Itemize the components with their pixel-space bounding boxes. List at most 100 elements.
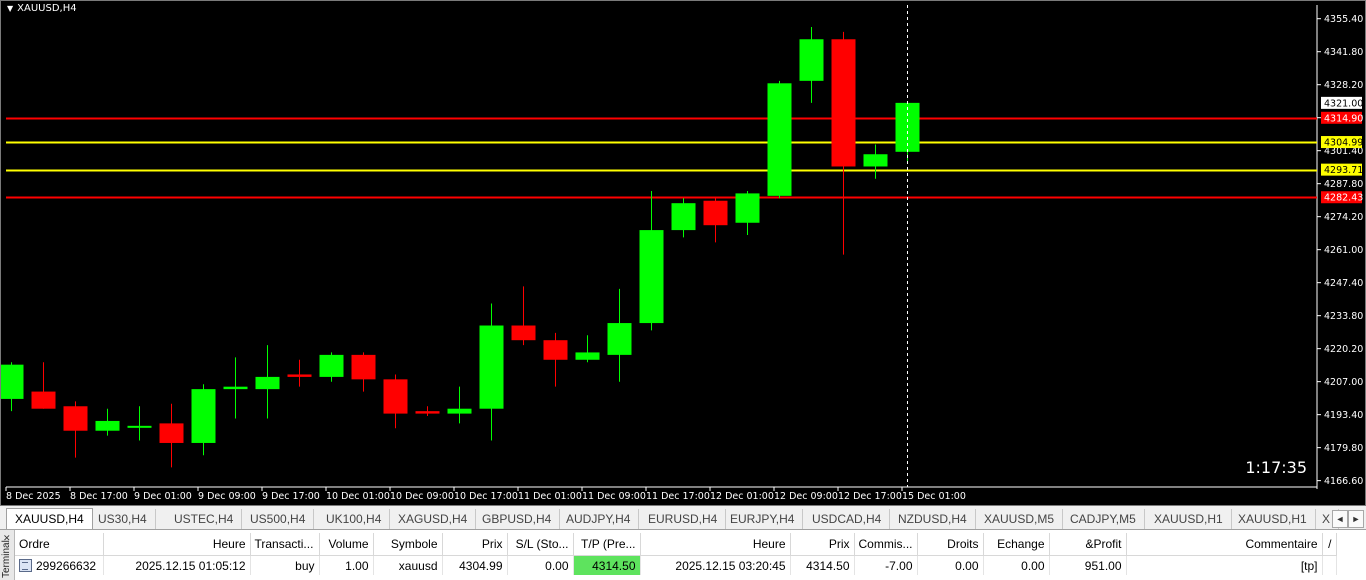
cell-order: 299266632	[15, 555, 104, 575]
chart-window[interactable]: 4355.404341.804328.204314.604301.404287.…	[0, 0, 1366, 506]
tabs-scroll-left-button[interactable]: ◄	[1332, 510, 1348, 528]
cell-close-price: 4314.50	[790, 555, 855, 575]
tab-xauusd-h1[interactable]: XAUUSD,H1	[1230, 509, 1316, 529]
tab-eurjpy-h4[interactable]: EURJPY,H4	[722, 509, 804, 529]
cell-swap: 0.00	[983, 555, 1050, 575]
candle-body-1	[31, 391, 56, 409]
candle-body-16	[511, 325, 536, 341]
time-tick-label-11: 12 Dec 01:00	[710, 491, 774, 502]
column-header-order[interactable]: Ordre	[15, 533, 104, 556]
candle-body-22	[703, 200, 728, 226]
column-header-sl[interactable]: S/L (Sto...	[507, 533, 574, 556]
candle-body-11	[351, 354, 376, 380]
price-tick-label-9: 4233.80	[1324, 311, 1363, 322]
chart-tab-bar: XAUUSD,H4 US30,H4 USTEC,H4 US500,H4 UK100,H4…	[0, 506, 1366, 530]
cell-symbol: xauusd	[373, 555, 443, 575]
candle-body-27	[863, 154, 888, 167]
chart-menu-caret-icon[interactable]: ▼	[7, 4, 13, 13]
table-row[interactable]: 299266632 2025.12.15 01:05:12 buy 1.00 x…	[15, 555, 1337, 575]
chart-title: ▼ XAUUSD,H4	[7, 3, 77, 14]
deal-icon	[19, 558, 32, 572]
price-tick-label-5: 4287.80	[1324, 179, 1363, 190]
tab-ustec-h4[interactable]: USTEC,H4	[166, 509, 243, 529]
candle-body-20	[639, 230, 664, 324]
candle-body-6	[191, 389, 216, 443]
tab-us30-h4[interactable]: US30,H4	[90, 509, 156, 529]
column-header-open-time[interactable]: Heure	[103, 533, 251, 556]
candle-body-13	[415, 411, 440, 414]
price-label-1: 4314.90	[1324, 113, 1363, 124]
tab-xauusd-h4[interactable]: XAUUSD,H4	[6, 508, 93, 529]
price-tick-label-13: 4179.80	[1324, 443, 1363, 454]
cell-close-time: 2025.12.15 03:20:45	[640, 555, 791, 575]
price-tick-label-11: 4207.00	[1324, 377, 1363, 388]
tabs-scroll-right-button[interactable]: ►	[1348, 510, 1364, 528]
column-header-rights[interactable]: Droits	[917, 533, 984, 556]
bar-countdown: 1:17:35	[1245, 458, 1307, 477]
table-header-row: Ordre Heure Transacti... Volume Symbole …	[15, 533, 1337, 556]
column-header-volume[interactable]: Volume	[319, 533, 374, 556]
column-header-tp[interactable]: T/P (Pre...	[573, 533, 641, 556]
candle-body-24	[767, 83, 792, 196]
time-tick-label-13: 12 Dec 17:00	[838, 491, 902, 502]
time-tick-label-12: 12 Dec 09:00	[774, 491, 838, 502]
history-table: Ordre Heure Transacti... Volume Symbole …	[15, 533, 1337, 575]
cell-comment: [tp]	[1126, 555, 1323, 575]
candle-body-10	[319, 354, 344, 377]
price-tick-label-2: 4328.20	[1324, 80, 1363, 91]
tab-xauusd-m5[interactable]: XAUUSD,M5	[976, 509, 1064, 529]
column-header-type[interactable]: Transacti...	[250, 533, 320, 556]
tab-cadjpy-m5[interactable]: CADJPY,M5	[1062, 509, 1145, 529]
price-label-2: 4304.99	[1324, 138, 1363, 149]
candle-body-7	[223, 386, 248, 390]
candle-body-26	[831, 39, 856, 167]
column-header-open-price[interactable]: Prix	[442, 533, 508, 556]
cell-profit: 951.00	[1049, 555, 1127, 575]
terminal-side-label: Terminal	[1, 540, 12, 578]
time-tick-label-7: 10 Dec 17:00	[454, 491, 518, 502]
price-chart[interactable]: 4355.404341.804328.204314.604301.404287.…	[1, 1, 1366, 507]
time-tick-label-5: 10 Dec 01:00	[326, 491, 390, 502]
price-tick-label-8: 4247.40	[1324, 278, 1363, 289]
tab-nzdusd-h4[interactable]: NZDUSD,H4	[890, 509, 976, 529]
candle-body-5	[159, 423, 184, 443]
price-tick-label-7: 4261.00	[1324, 245, 1363, 256]
tab-us500-h4[interactable]: US500,H4	[242, 509, 315, 529]
cell-rights: 0.00	[917, 555, 984, 575]
time-tick-label-8: 11 Dec 01:00	[518, 491, 582, 502]
tab-uk100-h4[interactable]: UK100,H4	[318, 509, 391, 529]
cell-extra	[1322, 555, 1337, 575]
price-label-3: 4293.71	[1324, 165, 1363, 176]
candle-body-9	[287, 374, 312, 377]
tab-gbpusd-h4[interactable]: GBPUSD,H4	[474, 509, 561, 529]
column-header-close-time[interactable]: Heure	[640, 533, 791, 556]
cell-tp: 4314.50	[573, 555, 641, 575]
candle-body-18	[575, 352, 600, 360]
candle-body-2	[63, 406, 88, 431]
tab-xagusd-h4[interactable]: XAGUSD,H4	[390, 509, 477, 529]
tab-usdcad-h4[interactable]: USDCAD,H4	[804, 509, 891, 529]
column-header-symbol[interactable]: Symbole	[373, 533, 443, 556]
price-tick-label-1: 4341.80	[1324, 47, 1363, 58]
time-tick-label-3: 9 Dec 09:00	[198, 491, 256, 502]
price-tick-label-14: 4166.60	[1324, 476, 1363, 487]
candle-body-23	[735, 193, 760, 223]
cell-type: buy	[250, 555, 320, 575]
chart-symbol-label: XAUUSD,H4	[17, 3, 77, 14]
time-tick-label-14: 15 Dec 01:00	[902, 491, 966, 502]
candle-body-12	[383, 379, 408, 414]
tab-xauusd-h1[interactable]: XAUUSD,H1	[1146, 509, 1232, 529]
tab-audjpy-h4[interactable]: AUDJPY,H4	[558, 509, 640, 529]
column-header-commission[interactable]: Commis...	[854, 533, 918, 556]
column-header-swap[interactable]: Echange	[983, 533, 1050, 556]
time-tick-label-9: 11 Dec 09:00	[582, 491, 646, 502]
terminal-panel: ✕ Terminal Ordre Heure Transacti... Volu…	[0, 530, 1366, 580]
terminal-side-handle[interactable]: ✕ Terminal	[0, 530, 15, 580]
column-header-close-price[interactable]: Prix	[790, 533, 855, 556]
column-header-extra[interactable]: /	[1322, 533, 1337, 556]
column-header-comment[interactable]: Commentaire	[1126, 533, 1323, 556]
candle-body-15	[479, 325, 504, 409]
price-tick-label-10: 4220.20	[1324, 344, 1363, 355]
tab-eurusd-h4[interactable]: EURUSD,H4	[640, 509, 727, 529]
column-header-profit[interactable]: &Profit	[1049, 533, 1127, 556]
